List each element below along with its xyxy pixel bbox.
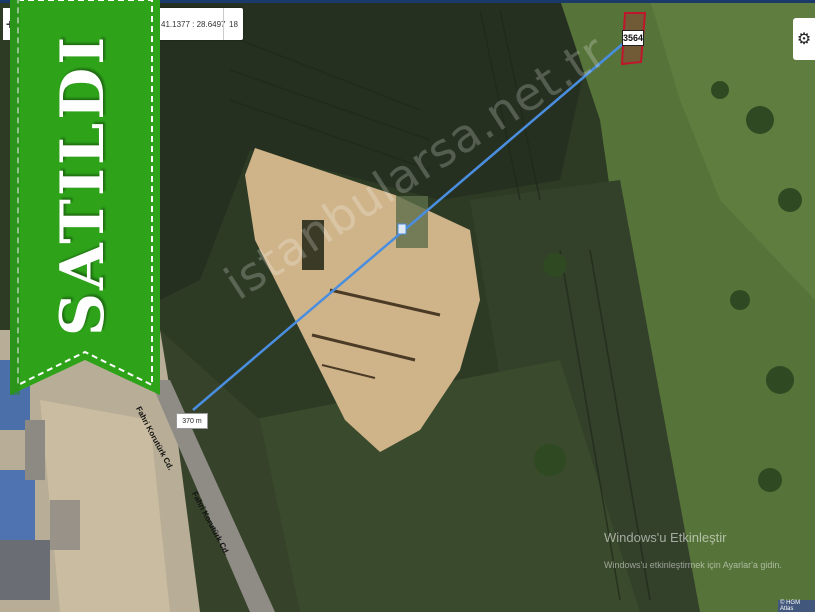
zoom-level: 18 xyxy=(229,19,238,29)
parcel-number-label[interactable]: 3564 xyxy=(622,30,644,46)
gear-icon: ⚙ xyxy=(796,31,812,48)
windows-activation-title: Windows'u Etkinleştir xyxy=(604,530,727,545)
measure-midpoint[interactable] xyxy=(397,223,407,235)
sold-banner-text: SATILDI xyxy=(48,33,118,337)
sold-banner: SATILDI xyxy=(0,0,170,400)
windows-activation-subtitle: Windows'u etkinleştirmek için Ayarlar'a … xyxy=(604,560,782,570)
settings-button[interactable]: ⚙ xyxy=(793,18,815,60)
distance-label: 370 m xyxy=(176,413,208,429)
map-attribution[interactable]: © HGM Atlas xyxy=(778,600,815,612)
